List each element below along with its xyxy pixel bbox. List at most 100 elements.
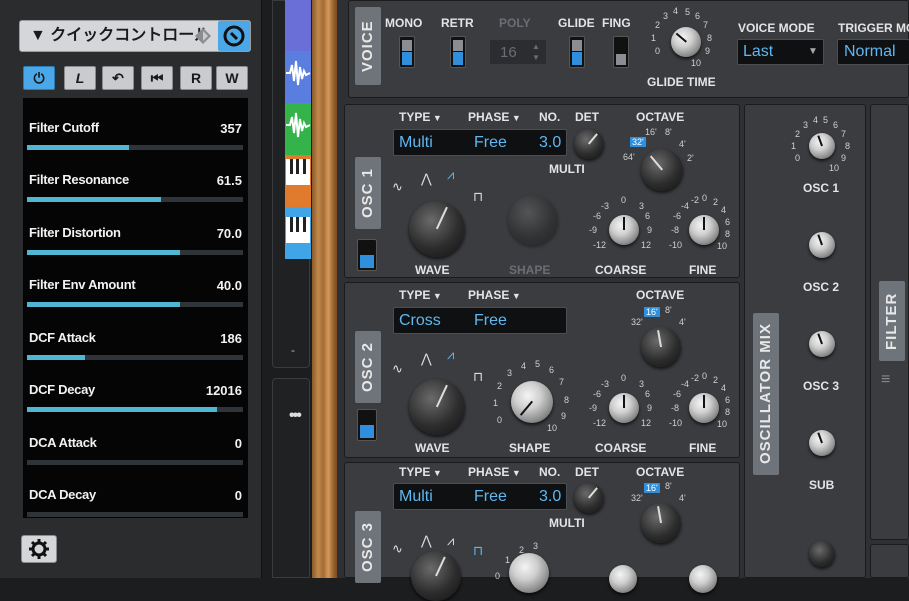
voice-mode-dropdown[interactable]: Last ▼ [737,39,824,65]
osc1-display[interactable]: Multi Free 3.0 [393,129,567,156]
quick-control-item[interactable]: Filter Cutoff 357 [23,102,248,154]
sine-wave-icon[interactable]: ∿ [392,361,403,377]
learn-button[interactable]: L [64,66,96,90]
glide-switch[interactable] [569,36,585,68]
osc1-fine-knob[interactable] [689,215,719,245]
sub-level-knob[interactable] [809,430,835,456]
track-tile[interactable] [285,207,311,259]
collapse-triangle-icon[interactable]: ▼ [30,27,50,44]
osc2-shape-label: SHAPE [509,441,551,455]
track-tile[interactable] [285,155,311,207]
fingered-switch[interactable] [613,36,629,68]
write-button[interactable]: W [216,66,248,90]
quick-control-item[interactable]: DCF Decay 12016 [23,364,248,416]
osc2-octave-knob[interactable] [641,327,681,367]
osc3-level-knob[interactable] [809,331,835,357]
sine-wave-icon[interactable]: ∿ [392,179,403,195]
trigger-mode-dropdown[interactable]: Normal [837,39,909,65]
qc-slider[interactable] [27,407,243,412]
trigger-mode-value: Normal [844,43,896,60]
osc2-display[interactable]: Cross Free [393,307,567,334]
osc1-wave-knob[interactable] [409,201,465,257]
track-tile[interactable] [285,103,311,155]
power-button[interactable]: ⏻ [23,66,55,90]
osc2-fine-knob[interactable] [689,393,719,423]
drag-handle-icon[interactable]: ≡ [881,371,890,389]
track-tile[interactable] [285,0,311,51]
quick-control-item[interactable]: Filter Env Amount 40.0 [23,259,248,311]
undo-button[interactable]: ↶ [102,66,134,90]
qc-slider[interactable] [27,512,243,517]
osc1-coarse-knob[interactable] [609,215,639,245]
square-wave-icon[interactable]: ⊓ [473,369,483,385]
diamond-icon[interactable] [194,27,212,45]
triangle-down-icon[interactable]: ▼ [430,468,442,478]
saw-wave-icon[interactable]: ⩘ [447,167,454,183]
square-wave-icon[interactable]: ⊓ [473,189,483,205]
quick-control-title[interactable]: ▼ クイックコントロール [30,21,210,51]
triangle-wave-icon[interactable]: ⋀ [421,533,432,549]
qc-slider[interactable] [27,197,243,202]
osc3-coarse-knob[interactable] [609,565,637,593]
triangle-down-icon[interactable]: ▼ [430,291,442,301]
retrigger-switch[interactable] [450,36,466,68]
osc3-detune-knob[interactable] [574,483,604,513]
mix-tick: 3 [803,120,809,130]
mono-switch[interactable] [399,36,415,68]
settings-button[interactable] [21,535,57,563]
stepper-up-icon[interactable]: ▲ [532,42,540,51]
previous-button[interactable]: ⏮ [141,66,173,90]
saw-wave-icon[interactable]: ⩘ [447,347,454,363]
osc1-detune-knob[interactable] [574,129,604,159]
osc3-phase-text: PHASE [468,465,510,479]
poly-voices-field[interactable]: 16 ▲ ▼ [489,39,547,65]
triangle-down-icon[interactable]: ▼ [509,468,521,478]
coarse-tick: 0 [621,373,627,383]
read-button[interactable]: R [180,66,212,90]
glide-time-knob[interactable] [671,27,701,57]
noise-level-knob[interactable] [809,541,835,567]
triangle-down-icon[interactable]: ▼ [509,113,521,123]
quick-control-item[interactable]: Filter Resonance 61.5 [23,154,248,206]
qc-slider[interactable] [27,302,243,307]
stepper-down-icon[interactable]: ▼ [532,53,540,62]
saw-wave-icon[interactable]: ⩘ [447,533,454,549]
osc1-det-label: DET [575,110,599,124]
osc1-enable-switch[interactable] [357,239,377,271]
osc2-wave-knob[interactable] [409,379,465,435]
triangle-down-icon[interactable]: ▼ [509,291,521,301]
focus-target-button[interactable] [218,21,250,51]
target-icon [223,25,245,47]
osc2-coarse-knob[interactable] [609,393,639,423]
osc3-wave-knob[interactable] [411,551,461,601]
quick-control-header[interactable]: ▼ クイックコントロール [19,20,251,52]
shape-tick: 10 [547,423,558,433]
osc2-level-knob[interactable] [809,232,835,258]
qc-slider[interactable] [27,355,243,360]
triangle-wave-icon[interactable]: ⋀ [421,171,432,187]
quick-control-item[interactable]: DCA Decay 0 [23,469,248,521]
qc-slider[interactable] [27,145,243,150]
qc-slider[interactable] [27,250,243,255]
osc3-display[interactable]: Multi Free 3.0 [393,483,567,510]
square-wave-icon[interactable]: ⊓ [473,543,483,559]
track-tile[interactable] [285,51,311,103]
qc-slider[interactable] [27,460,243,465]
quick-control-item[interactable]: Filter Distortion 70.0 [23,207,248,259]
osc2-shape-knob[interactable] [511,381,553,423]
sine-wave-icon[interactable]: ∿ [392,541,403,557]
triangle-down-icon[interactable]: ▼ [430,113,442,123]
osc1-octave-knob[interactable] [641,149,683,191]
osc1-no-value: 3.0 [539,134,562,151]
triangle-wave-icon[interactable]: ⋀ [421,351,432,367]
osc3-shape-knob[interactable] [509,553,549,593]
osc1-level-knob[interactable] [809,133,835,159]
osc3-fine-knob[interactable] [689,565,717,593]
quick-control-item[interactable]: DCF Attack 186 [23,312,248,364]
osc3-octave-knob[interactable] [641,503,681,543]
qc-slider-fill [27,250,181,255]
quick-control-item[interactable]: DCA Attack 0 [23,417,248,469]
osc1-shape-knob[interactable] [508,195,558,245]
osc2-enable-switch[interactable] [357,409,377,441]
more-options-icon[interactable]: ••• [289,407,302,425]
